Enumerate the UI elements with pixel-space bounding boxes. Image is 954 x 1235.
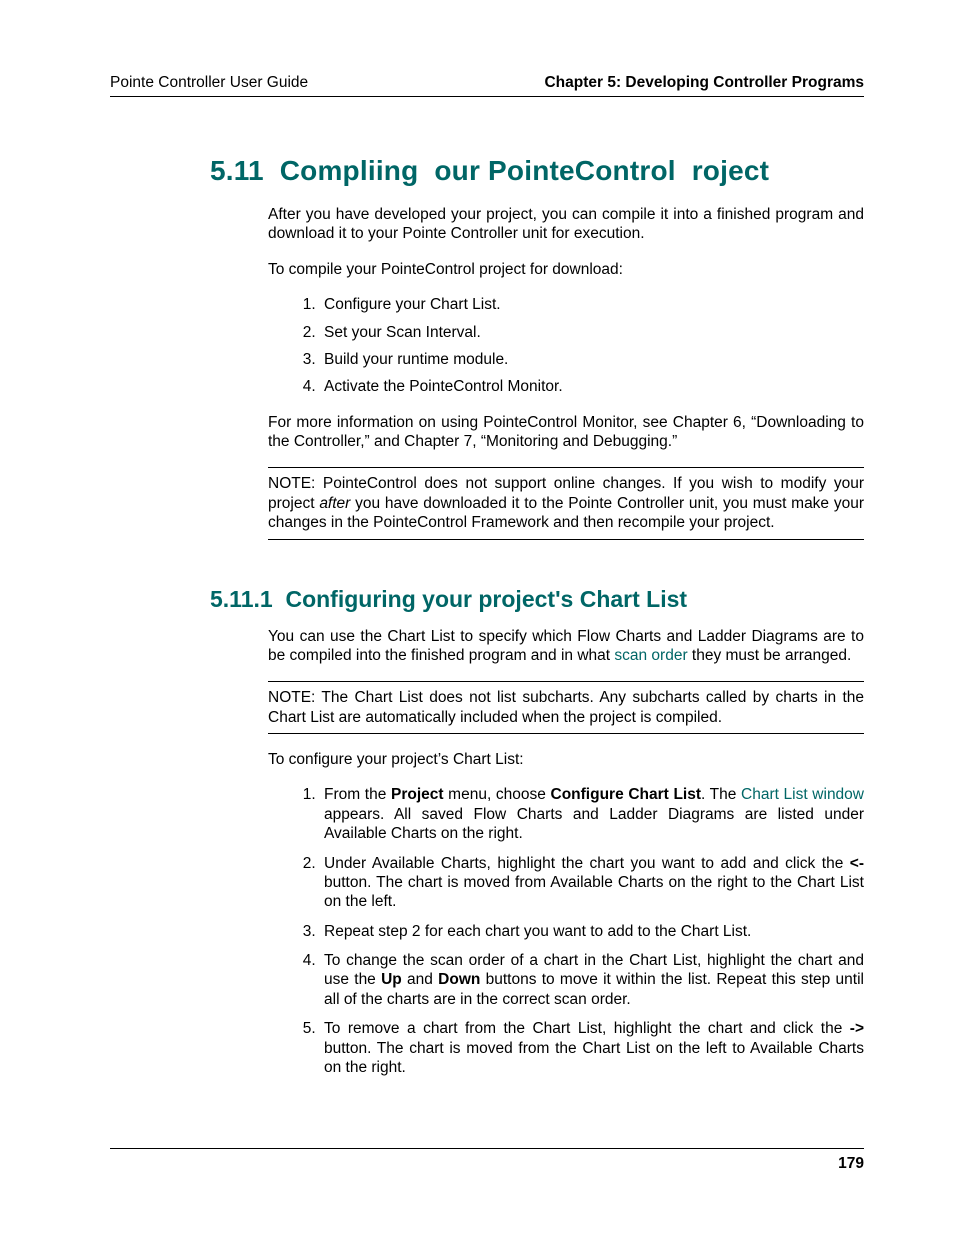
header-right: Chapter 5: Developing Controller Program… <box>544 74 864 92</box>
section-number: 5.11 <box>210 155 264 186</box>
text: appears. All saved Flow Charts and Ladde… <box>324 806 864 842</box>
list-item: Build your runtime module. <box>320 350 864 369</box>
running-header: Pointe Controller User Guide Chapter 5: … <box>110 74 864 97</box>
para: To configure your project’s Chart List: <box>268 750 864 769</box>
section-heading-5-11: 5.11 Compliing our PointeControl roject <box>210 155 864 187</box>
note-box: NOTE: The Chart List does not list subch… <box>268 681 864 734</box>
para: After you have developed your project, y… <box>268 205 864 244</box>
text: Under Available Charts, highlight the ch… <box>324 855 850 872</box>
section-title: Compliing our PointeControl roject <box>280 155 769 186</box>
list-item: Under Available Charts, highlight the ch… <box>320 854 864 912</box>
text: menu, choose <box>444 786 551 803</box>
text: button. The chart is moved from the Char… <box>324 1040 864 1076</box>
note-post: you have downloaded it to the Pointe Con… <box>268 495 864 531</box>
text: . The <box>701 786 741 803</box>
note-text: NOTE: The Chart List does not list subch… <box>268 688 864 727</box>
down-button-label: Down <box>438 971 480 988</box>
list-item: Activate the PointeControl Monitor. <box>320 377 864 396</box>
left-arrow-button-label: <- <box>850 855 864 872</box>
list-item: To change the scan order of a chart in t… <box>320 951 864 1009</box>
page: Pointe Controller User Guide Chapter 5: … <box>0 0 954 1235</box>
body-content: 5.11 Compliing our PointeControl roject … <box>110 97 864 1077</box>
compile-steps-list: Configure your Chart List. Set your Scan… <box>268 295 864 397</box>
header-left: Pointe Controller User Guide <box>110 74 308 92</box>
list-item: From the Project menu, choose Configure … <box>320 785 864 843</box>
note-text: NOTE: PointeControl does not support onl… <box>268 474 864 532</box>
configure-chart-list-label: Configure Chart List <box>551 786 701 803</box>
footer-rule <box>110 1148 864 1149</box>
para: To compile your PointeControl project fo… <box>268 260 864 279</box>
chartlist-steps: From the Project menu, choose Configure … <box>268 785 864 1077</box>
project-menu-label: Project <box>391 786 444 803</box>
para: You can use the Chart List to specify wh… <box>268 627 864 666</box>
subsection-number: 5.11.1 <box>210 586 273 612</box>
text: To remove a chart from the Chart List, h… <box>324 1020 850 1037</box>
subsection-heading-5-11-1: 5.11.1 Configuring your project's Chart … <box>210 586 864 613</box>
para: For more information on using PointeCont… <box>268 413 864 452</box>
text: From the <box>324 786 391 803</box>
text: button. The chart is moved from Availabl… <box>324 874 864 910</box>
note-after-word: after <box>319 495 350 512</box>
list-item: Set your Scan Interval. <box>320 323 864 342</box>
text: and <box>402 971 438 988</box>
text: they must be arranged. <box>688 647 852 664</box>
page-number: 179 <box>838 1155 864 1173</box>
scan-order-link[interactable]: scan order <box>614 647 687 664</box>
list-item: To remove a chart from the Chart List, h… <box>320 1019 864 1077</box>
subsection-title: Configuring your project's Chart List <box>285 586 687 612</box>
chart-list-window-link[interactable]: Chart List window <box>741 786 864 803</box>
list-item: Repeat step 2 for each chart you want to… <box>320 922 864 941</box>
list-item: Configure your Chart List. <box>320 295 864 314</box>
right-arrow-button-label: -> <box>850 1020 864 1037</box>
note-box: NOTE: PointeControl does not support onl… <box>268 467 864 539</box>
up-button-label: Up <box>381 971 402 988</box>
